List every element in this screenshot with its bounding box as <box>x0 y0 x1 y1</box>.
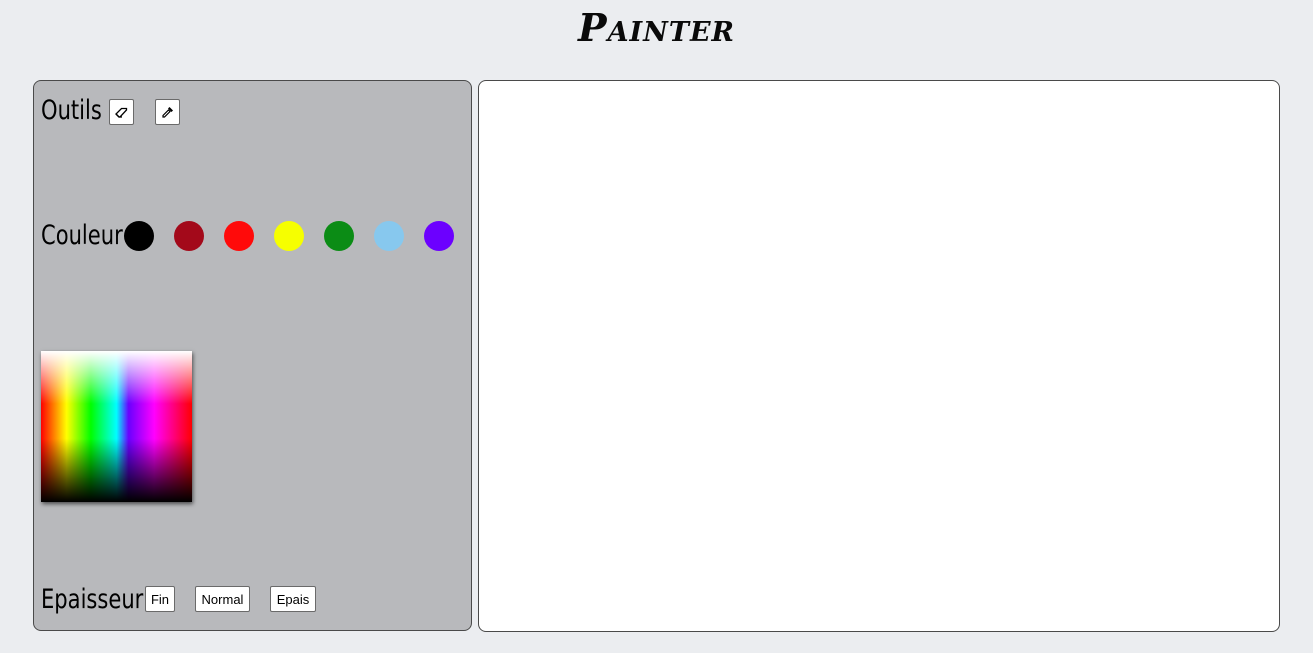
color-swatch-yellow[interactable] <box>274 221 304 251</box>
color-swatch-black[interactable] <box>124 221 154 251</box>
eyedropper-button[interactable] <box>155 99 180 125</box>
thickness-label: Epaisseur <box>41 584 144 615</box>
eyedropper-icon <box>162 106 173 118</box>
color-swatch-light-blue[interactable] <box>374 221 404 251</box>
thickness-thick-button[interactable]: Epais <box>270 586 316 612</box>
thickness-fine-button[interactable]: Fin <box>145 586 175 612</box>
color-swatch-red[interactable] <box>224 221 254 251</box>
drawing-canvas[interactable] <box>478 80 1280 632</box>
color-picker[interactable] <box>41 351 192 502</box>
app-title: Painter <box>578 5 735 50</box>
thickness-normal-button[interactable]: Normal <box>195 586 250 612</box>
color-swatch-purple[interactable] <box>424 221 454 251</box>
tools-label: Outils <box>41 95 102 126</box>
eraser-button[interactable] <box>109 99 134 125</box>
color-swatch-green[interactable] <box>324 221 354 251</box>
color-label: Couleur <box>41 220 123 251</box>
eraser-icon <box>115 107 128 118</box>
tools-panel: Outils Couleur Epaisseur Fin Normal Epai… <box>33 80 472 631</box>
color-swatch-dark-red[interactable] <box>174 221 204 251</box>
